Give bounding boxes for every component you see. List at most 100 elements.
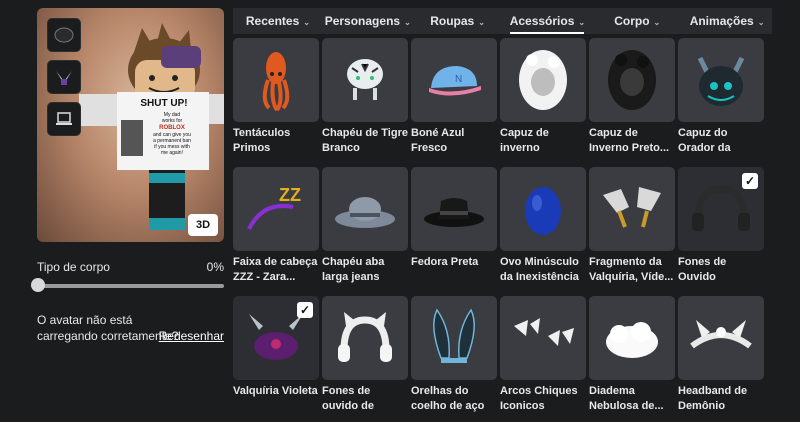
tab-label: Animações (689, 14, 754, 28)
svg-text:ZZ: ZZ (279, 185, 301, 205)
cloud-tiara-icon (606, 322, 658, 358)
accessory-item[interactable]: Diadema Nebulosa de... (589, 296, 675, 419)
accessory-name: Capuz de inverno branco... (500, 127, 549, 154)
body-type-slider[interactable] (31, 278, 224, 292)
tiger-hat-icon (347, 59, 383, 100)
accessory-item[interactable]: Headband de Demônio Cutes... (678, 296, 764, 419)
accessory-name: Boné Azul Fresco (411, 127, 465, 154)
hair-accessory-button[interactable] (47, 18, 81, 52)
accessory-thumbnail[interactable]: ✓ (233, 296, 319, 380)
computer-button[interactable] (47, 102, 81, 136)
accessory-item[interactable]: ZZ Faixa de cabeça ZZZ - Zara... (233, 167, 319, 290)
tab-label: Acessórios (509, 14, 575, 28)
accessory-name: Orelhas do coelho de aço (411, 385, 485, 412)
denim-hat-icon (335, 197, 395, 228)
accessory-name: Capuz de Inverno Preto... (589, 127, 670, 154)
accessory-name: Chapéu aba larga jeans Gucci (322, 256, 385, 283)
body-type-value: 0% (206, 260, 224, 274)
chevron-down-icon: ⌄ (404, 18, 411, 27)
white-bows-icon (514, 318, 574, 346)
checkmark-icon: ✓ (297, 302, 313, 318)
accessory-name: Fedora Preta (411, 256, 479, 268)
accessory-name: Fones de Ouvido Extremos (678, 256, 727, 283)
accessory-thumbnail[interactable] (322, 296, 408, 380)
accessory-item[interactable]: ✓ Valquíria Violeta (233, 296, 319, 419)
tab-5[interactable]: Animações ⌄ (682, 8, 772, 34)
redraw-link[interactable]: Redesenhar (159, 328, 224, 344)
demon-headband-icon (690, 320, 752, 349)
accessory-item[interactable]: Capuz do Orador da Morte... (678, 38, 764, 161)
wings-icon (56, 71, 72, 85)
accessory-thumbnail[interactable] (589, 38, 675, 122)
accessory-item[interactable]: Capuz de Inverno Preto... (589, 38, 675, 161)
tab-0[interactable]: Recentes ⌄ (233, 8, 323, 34)
accessory-item[interactable]: Chapéu de Tigre Branco (322, 38, 408, 161)
accessory-thumbnail[interactable]: N (411, 38, 497, 122)
avatar-panel: SHUT UP! My dad works for ROBLOX and can… (31, 8, 224, 344)
shirt-line: ROBLOX (159, 125, 185, 131)
zzz-headband-icon: ZZ (247, 185, 301, 230)
svg-text:N: N (455, 74, 462, 85)
cat-headphones-icon (338, 312, 392, 362)
accessory-item[interactable]: Arcos Chiques Iconicos Brancos (500, 296, 586, 419)
accessory-name: Ovo Minúsculo da Inexistência (500, 256, 579, 283)
accessory-item[interactable]: Fragmento da Valquíria, Víde... (589, 167, 675, 290)
accessory-item[interactable]: Chapéu aba larga jeans Gucci (322, 167, 408, 290)
death-hood-icon (697, 56, 745, 106)
tab-2[interactable]: Roupas ⌄ (413, 8, 503, 34)
avatar-preview[interactable]: SHUT UP! My dad works for ROBLOX and can… (37, 8, 224, 242)
chevron-down-icon: ⌄ (653, 18, 661, 27)
accessory-grid: Tentáculos Primos Chapéu de Tigre Branco N… (233, 38, 772, 419)
accessory-thumbnail[interactable] (589, 296, 675, 380)
accessory-thumbnail[interactable]: ZZ (233, 167, 319, 251)
accessory-item[interactable]: ✓ Fones de Ouvido Extremos (678, 167, 764, 290)
accessory-name: Fones de ouvido de gatinho par... (322, 385, 374, 412)
accessory-item[interactable]: Fedora Preta (411, 167, 497, 290)
accessory-thumbnail[interactable] (500, 38, 586, 122)
accessory-item[interactable]: Ovo Minúsculo da Inexistência (500, 167, 586, 290)
accessory-item[interactable]: Fones de ouvido de gatinho par... (322, 296, 408, 419)
valkyrie-fragment-icon (603, 187, 661, 228)
accessory-name: Capuz do Orador da Morte... (678, 127, 731, 154)
bunny-ears-icon (433, 308, 475, 363)
accessory-item[interactable]: Orelhas do coelho de aço (411, 296, 497, 419)
accessory-thumbnail[interactable] (411, 167, 497, 251)
accessory-thumbnail[interactable] (678, 296, 764, 380)
accessory-thumbnail[interactable] (322, 38, 408, 122)
accessory-name: Valquíria Violeta (233, 385, 318, 397)
tab-3[interactable]: Acessórios ⌄ (502, 8, 592, 34)
shirt-line: SHUT UP! (140, 98, 187, 109)
tab-1[interactable]: Personagens ⌄ (323, 8, 413, 34)
chevron-down-icon: ⌄ (478, 18, 485, 27)
chevron-down-icon: ⌄ (578, 18, 586, 27)
accessory-name: Arcos Chiques Iconicos Brancos (500, 385, 578, 412)
accessory-thumbnail[interactable] (233, 38, 319, 122)
tab-4[interactable]: Corpo ⌄ (592, 8, 682, 34)
accessory-item[interactable]: Tentáculos Primos (233, 38, 319, 161)
tab-label: Personagens (324, 14, 401, 28)
chevron-down-icon: ⌄ (303, 18, 310, 27)
tab-label: Corpo (614, 14, 650, 28)
squid-hat-icon (262, 52, 290, 112)
view-3d-button[interactable]: 3D (188, 214, 218, 236)
avatar-warning: O avatar não está carregando corretament… (37, 312, 224, 344)
slider-thumb[interactable] (31, 278, 45, 292)
accessory-name: Tentáculos Primos (233, 127, 291, 154)
accessory-item[interactable]: Capuz de inverno branco... (500, 38, 586, 161)
accessory-thumbnail[interactable] (411, 296, 497, 380)
shirt-line: works for (162, 118, 183, 124)
accessory-item[interactable]: N Boné Azul Fresco (411, 38, 497, 161)
accessory-thumbnail[interactable] (589, 167, 675, 251)
accessory-thumbnail[interactable] (500, 296, 586, 380)
tab-label: Roupas (430, 14, 475, 28)
accessory-name: Headband de Demônio Cutes... (678, 385, 748, 412)
body-type-label: Tipo de corpo (37, 260, 110, 274)
body-type-row: Tipo de corpo 0% (37, 260, 224, 274)
accessory-thumbnail[interactable] (322, 167, 408, 251)
tab-label: Recentes (245, 14, 300, 28)
accessory-thumbnail[interactable] (678, 38, 764, 122)
wings-accessory-button[interactable] (47, 60, 81, 94)
accessory-thumbnail[interactable] (500, 167, 586, 251)
accessory-thumbnail[interactable]: ✓ (678, 167, 764, 251)
computer-icon (56, 112, 72, 125)
